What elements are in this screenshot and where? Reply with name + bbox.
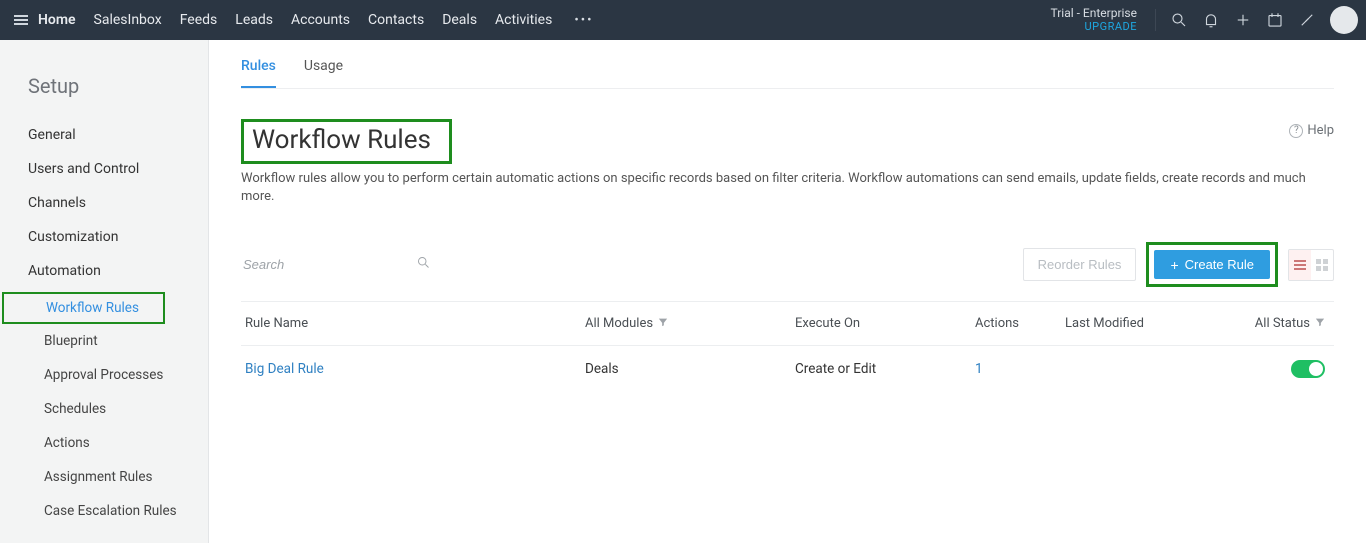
- th-status[interactable]: All Status: [1245, 316, 1325, 331]
- nav-salesinbox[interactable]: SalesInbox: [94, 12, 162, 28]
- create-rule-highlight: + Create Rule: [1146, 242, 1278, 287]
- th-status-label: All Status: [1255, 316, 1310, 331]
- trial-block: Trial - Enterprise UPGRADE: [1050, 7, 1137, 33]
- sidebar-item-customization[interactable]: Customization: [0, 220, 208, 254]
- create-rule-button[interactable]: + Create Rule: [1154, 250, 1270, 279]
- th-modified: Last Modified: [1065, 316, 1245, 331]
- help-icon: ?: [1289, 124, 1303, 138]
- view-toggle: [1288, 249, 1334, 281]
- table-header: Rule Name All Modules Execute On Actions…: [241, 301, 1334, 346]
- reorder-rules-button[interactable]: Reorder Rules: [1023, 248, 1137, 281]
- status-toggle[interactable]: [1291, 360, 1325, 378]
- search-field-icon: [416, 255, 431, 274]
- menu-icon[interactable]: [8, 13, 28, 27]
- sidebar-item-approval[interactable]: Approval Processes: [0, 358, 208, 392]
- help-label: Help: [1307, 123, 1334, 138]
- rule-execute: Create or Edit: [795, 361, 975, 377]
- table-row: Big Deal Rule Deals Create or Edit 1: [241, 346, 1334, 392]
- topnav-right: Trial - Enterprise UPGRADE: [1050, 6, 1358, 34]
- sidebar-item-escalation[interactable]: Case Escalation Rules: [0, 494, 208, 528]
- th-rule-name: Rule Name: [245, 316, 585, 331]
- top-nav: Home SalesInbox Feeds Leads Accounts Con…: [0, 0, 1366, 40]
- nav-home[interactable]: Home: [38, 12, 76, 28]
- search-input[interactable]: [241, 251, 431, 279]
- tab-rules[interactable]: Rules: [241, 58, 276, 88]
- th-actions: Actions: [975, 316, 1065, 331]
- trial-label: Trial - Enterprise: [1050, 7, 1137, 21]
- toolbar: Reorder Rules + Create Rule: [241, 242, 1334, 287]
- list-view-button[interactable]: [1289, 250, 1311, 280]
- sidebar-item-blueprint[interactable]: Blueprint: [0, 324, 208, 358]
- sidebar-item-assignment[interactable]: Assignment Rules: [0, 460, 208, 494]
- nav-feeds[interactable]: Feeds: [180, 12, 218, 28]
- rule-actions-count[interactable]: 1: [975, 361, 1065, 377]
- page-title-highlight: Workflow Rules: [241, 119, 452, 164]
- rule-name-link[interactable]: Big Deal Rule: [245, 361, 585, 377]
- sidebar-item-workflow-rules[interactable]: Workflow Rules: [2, 292, 165, 324]
- sidebar-item-users[interactable]: Users and Control: [0, 152, 208, 186]
- tools-icon[interactable]: [1298, 11, 1316, 29]
- sidebar-list: General Users and Control Channels Custo…: [0, 118, 208, 528]
- main-content: Rules Usage Workflow Rules ? Help Workfl…: [209, 40, 1366, 543]
- plus-icon[interactable]: [1234, 11, 1252, 29]
- th-modules-label: All Modules: [585, 316, 653, 331]
- page-description: Workflow rules allow you to perform cert…: [241, 170, 1334, 206]
- search-icon[interactable]: [1170, 11, 1188, 29]
- sidebar-item-actions[interactable]: Actions: [0, 426, 208, 460]
- th-modules[interactable]: All Modules: [585, 316, 795, 331]
- sidebar-item-automation[interactable]: Automation: [0, 254, 208, 288]
- sidebar: Setup General Users and Control Channels…: [0, 40, 209, 543]
- tab-usage[interactable]: Usage: [304, 58, 343, 88]
- rule-module: Deals: [585, 361, 795, 377]
- sidebar-item-schedules[interactable]: Schedules: [0, 392, 208, 426]
- bell-icon[interactable]: [1202, 11, 1220, 29]
- search-wrap: [241, 251, 431, 279]
- sidebar-item-channels[interactable]: Channels: [0, 186, 208, 220]
- sidebar-title: Setup: [0, 64, 208, 118]
- th-execute: Execute On: [795, 316, 975, 331]
- nav-items: Home SalesInbox Feeds Leads Accounts Con…: [38, 12, 597, 28]
- nav-deals[interactable]: Deals: [442, 12, 477, 28]
- nav-leads[interactable]: Leads: [235, 12, 273, 28]
- nav-accounts[interactable]: Accounts: [291, 12, 350, 28]
- nav-activities[interactable]: Activities: [495, 12, 552, 28]
- rules-table: Rule Name All Modules Execute On Actions…: [241, 301, 1334, 392]
- nav-contacts[interactable]: Contacts: [368, 12, 424, 28]
- calendar-icon[interactable]: [1266, 11, 1284, 29]
- sidebar-item-general[interactable]: General: [0, 118, 208, 152]
- grid-view-button[interactable]: [1311, 250, 1333, 280]
- page-title: Workflow Rules: [252, 125, 431, 155]
- help-link[interactable]: ? Help: [1289, 123, 1334, 138]
- filter-icon: [1315, 316, 1325, 331]
- tabs: Rules Usage: [241, 40, 1334, 89]
- create-rule-label: Create Rule: [1185, 257, 1254, 272]
- upgrade-link[interactable]: UPGRADE: [1050, 21, 1137, 34]
- plus-icon: +: [1170, 258, 1178, 272]
- avatar[interactable]: [1330, 6, 1358, 34]
- nav-more-icon[interactable]: •••: [570, 13, 597, 28]
- filter-icon: [658, 316, 668, 331]
